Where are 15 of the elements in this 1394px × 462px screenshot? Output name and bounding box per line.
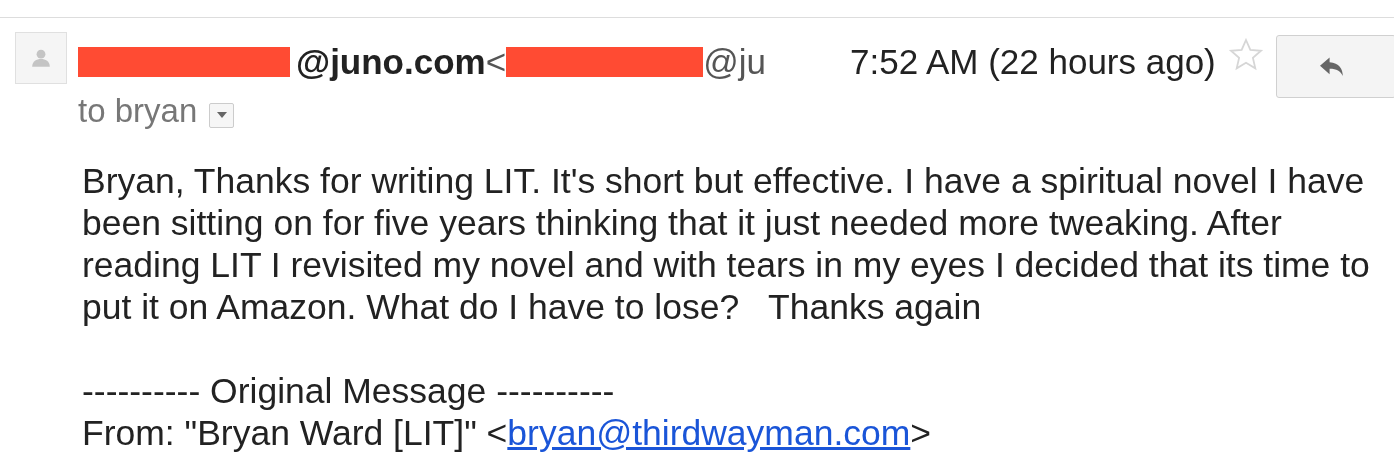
quoted-header: ---------- Original Message ---------- [82, 370, 616, 412]
message-time: 7:52 AM (22 hours ago) [850, 42, 1216, 82]
email-link[interactable]: bryan@thirdwayman.com [507, 413, 911, 453]
reply-button[interactable] [1275, 35, 1394, 98]
star-icon[interactable] [1227, 37, 1264, 73]
details-dropdown[interactable] [209, 102, 235, 128]
message-body: Bryan, Thanks for writing LIT. It's short but effective. I have a spiritual novel I have been sitting on for five years thinking that it just needed more tweaking. After reading LIT I revisited my novel and with tears in my eyes I decided that its time to put it on Amazon. What do I have to lose? Thanks again [82, 160, 1371, 328]
quoted-from-close: > [910, 413, 932, 453]
quoted-from: From: "Bryan Ward [LIT]" < [82, 413, 508, 453]
sender-name: @juno.com [296, 42, 486, 82]
caret-icon [216, 112, 227, 118]
sender-email: @ju [703, 42, 766, 82]
recipient-label: to bryan [78, 92, 198, 130]
avatar-icon [15, 32, 67, 84]
sender-email-bracket: < [485, 42, 507, 82]
